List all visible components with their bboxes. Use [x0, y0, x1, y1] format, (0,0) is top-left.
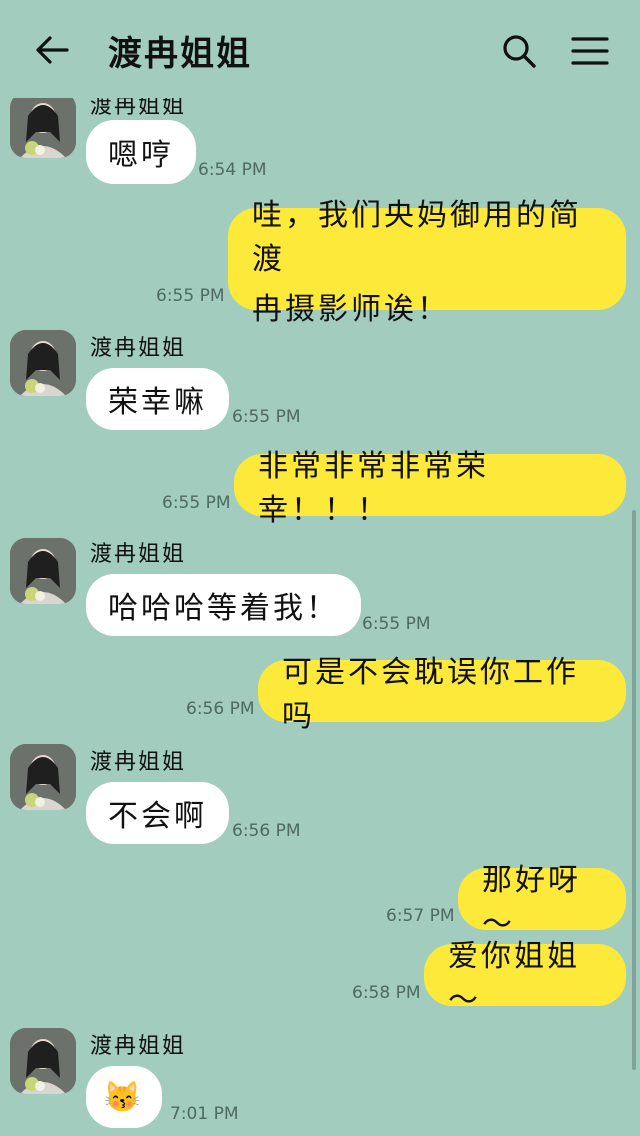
sender-name: 渡冉姐姐 [90, 542, 187, 567]
search-icon [503, 35, 536, 68]
back-button[interactable] [30, 28, 74, 72]
message-bubble-incoming[interactable]: 哈哈哈等着我！ [86, 574, 361, 636]
message-time: 6:55 PM [156, 286, 225, 306]
message-bubble-incoming[interactable]: 😽 [86, 1066, 162, 1128]
avatar[interactable] [10, 744, 76, 810]
scrollbar[interactable] [632, 510, 636, 1070]
message-bubble-outgoing[interactable]: 那好呀～ [458, 863, 626, 942]
message-bubble-outgoing[interactable]: 哇，我们央妈御用的简渡 冉摄影师诶！ [228, 198, 626, 327]
message-text: 冉摄影师诶！ [252, 292, 450, 327]
chat-message-list[interactable]: 渡冉姐姐 嗯哼 6:54 PM 哇，我们央妈御用的简渡 冉摄影师诶！ 6:55 … [0, 0, 640, 1136]
menu-button[interactable] [568, 30, 612, 72]
message-time: 7:01 PM [170, 1104, 239, 1124]
avatar-photo [10, 92, 76, 158]
avatar-photo [10, 744, 76, 810]
message-bubble-incoming[interactable]: 嗯哼 [86, 120, 196, 184]
message-bubble-incoming[interactable]: 不会啊 [86, 782, 229, 844]
avatar[interactable] [10, 1028, 76, 1094]
message-text: 爱你姐姐～ [448, 939, 580, 1018]
avatar[interactable] [10, 330, 76, 396]
message-time: 6:57 PM [386, 906, 455, 926]
sender-name: 渡冉姐姐 [90, 750, 187, 775]
search-button[interactable] [498, 30, 540, 72]
avatar-photo [10, 538, 76, 604]
arrow-left-icon [36, 36, 69, 64]
message-time: 6:55 PM [162, 493, 231, 513]
avatar[interactable] [10, 92, 76, 158]
message-time: 6:58 PM [352, 983, 421, 1003]
message-text: 荣幸嘛 [108, 385, 207, 420]
message-time: 6:55 PM [232, 407, 301, 427]
message-time: 6:56 PM [232, 821, 301, 841]
message-text: 嗯哼 [108, 138, 174, 173]
message-bubble-outgoing[interactable]: 可是不会耽误你工作吗 [258, 655, 626, 734]
avatar-photo [10, 1028, 76, 1094]
message-text: 不会啊 [108, 799, 207, 834]
avatar[interactable] [10, 538, 76, 604]
message-text: 可是不会耽误你工作吗 [282, 655, 579, 734]
chat-header: 渡冉姐姐 [0, 0, 640, 98]
message-text: 那好呀～ [482, 863, 581, 942]
message-time: 6:56 PM [186, 699, 255, 719]
message-text: 非常非常非常荣幸！！！ [258, 449, 489, 528]
avatar-photo [10, 330, 76, 396]
message-time: 6:55 PM [362, 614, 431, 634]
chat-title: 渡冉姐姐 [108, 34, 252, 74]
message-time: 6:54 PM [198, 160, 267, 180]
emoji-kissing-cat: 😽 [103, 1079, 145, 1115]
message-bubble-outgoing[interactable]: 非常非常非常荣幸！！！ [234, 449, 626, 528]
menu-icon [571, 37, 609, 65]
message-bubble-outgoing[interactable]: 爱你姐姐～ [424, 939, 626, 1018]
sender-name: 渡冉姐姐 [90, 1034, 187, 1059]
message-bubble-incoming[interactable]: 荣幸嘛 [86, 368, 229, 430]
sender-name: 渡冉姐姐 [90, 336, 187, 361]
message-text: 哈哈哈等着我！ [108, 591, 339, 626]
message-text: 哇，我们央妈御用的简渡 [252, 198, 582, 277]
